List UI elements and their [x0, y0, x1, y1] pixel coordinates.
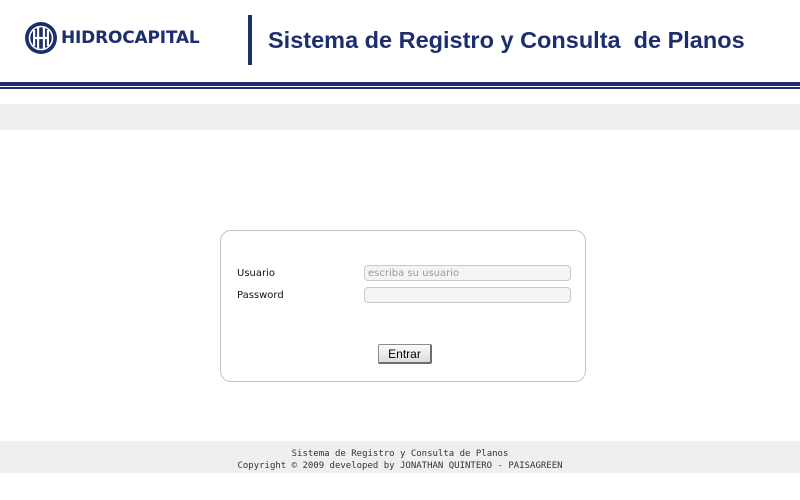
- page: HIDROCAPITAL Sistema de Registro y Consu…: [0, 0, 800, 500]
- header-rule-thick: [0, 82, 800, 86]
- header-rule-thin: [0, 87, 800, 89]
- page-title: Sistema de Registro y Consulta de Planos: [268, 27, 745, 53]
- login-form: Usuario Password Entrar: [220, 230, 586, 382]
- username-input[interactable]: [364, 265, 571, 281]
- header-divider: [248, 15, 252, 65]
- hidrocapital-logo-icon: [25, 22, 57, 54]
- nav-band: [0, 104, 800, 130]
- footer-app-name: Sistema de Registro y Consulta de Planos: [291, 449, 509, 459]
- password-input[interactable]: [364, 287, 571, 303]
- username-label: Usuario: [237, 268, 276, 279]
- login-button[interactable]: Entrar: [378, 344, 432, 364]
- footer-copyright: Copyright © 2009 developed by JONATHAN Q…: [237, 461, 563, 471]
- header: HIDROCAPITAL Sistema de Registro y Consu…: [0, 0, 800, 82]
- hidrocapital-logo: HIDROCAPITAL: [24, 18, 200, 58]
- footer: Sistema de Registro y Consulta de Planos…: [0, 441, 800, 473]
- password-label: Password: [237, 290, 284, 301]
- logo-text: HIDROCAPITAL: [61, 27, 200, 48]
